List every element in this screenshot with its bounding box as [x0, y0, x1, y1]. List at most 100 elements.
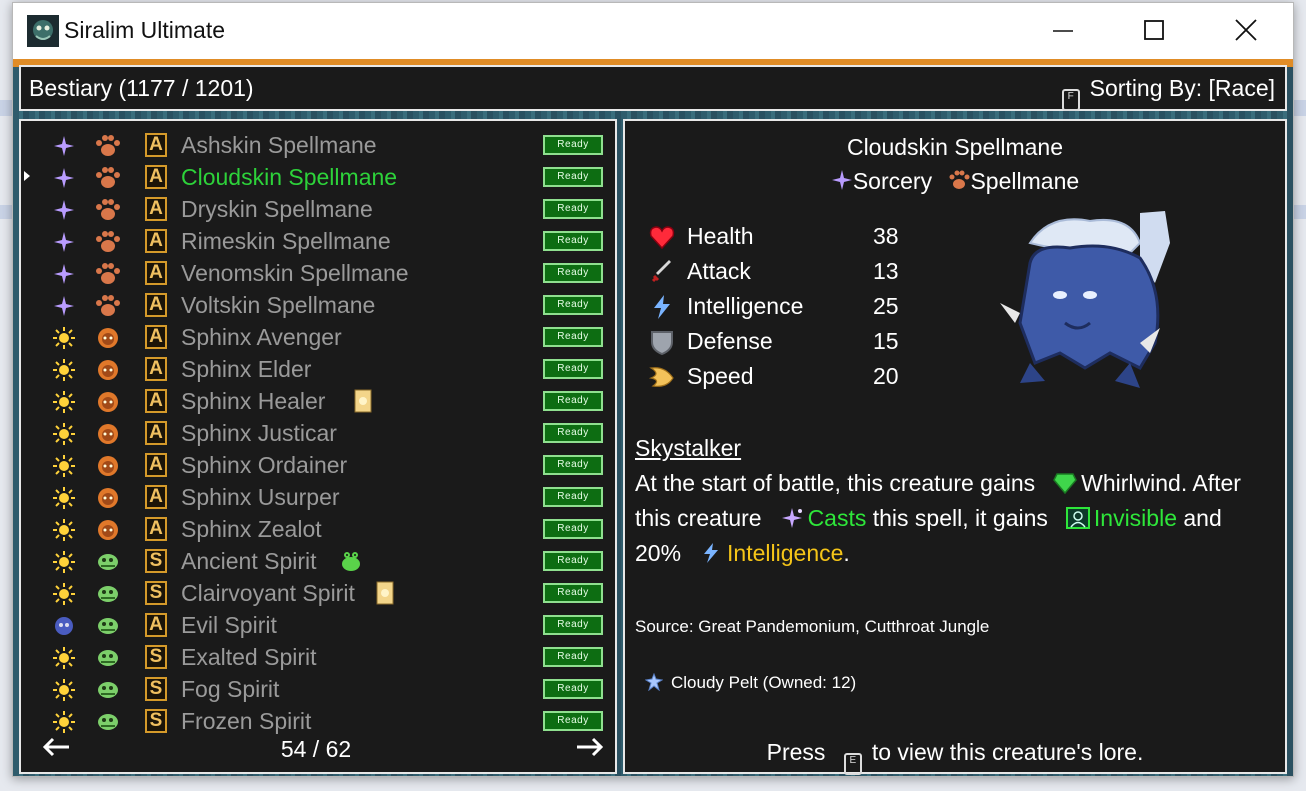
page-indicator: 54 / 62: [280, 736, 352, 762]
maximize-button[interactable]: [1109, 3, 1201, 59]
sphinx-icon: [98, 424, 118, 444]
spirit-icon: [98, 714, 118, 730]
stat-label: Health: [687, 223, 754, 249]
lore-press-text: Press: [766, 739, 826, 765]
trait-description: At the start of battle, this creature ga…: [635, 466, 1275, 571]
creature-race: Spellmane: [970, 168, 1080, 194]
spirit-icon: [98, 650, 118, 666]
lightning-icon: [704, 543, 719, 563]
paw-icon: [96, 263, 120, 284]
ready-badge: Ready: [543, 295, 603, 315]
creature-list-item[interactable]: A Sphinx Ordainer Ready: [21, 449, 611, 481]
stat-value: 13: [873, 258, 899, 284]
creature-list-item[interactable]: A Dryskin Spellmane Ready: [21, 193, 611, 225]
rarity-badge: A: [145, 293, 167, 317]
paw-icon: [96, 231, 120, 252]
creature-list-item[interactable]: A Sphinx Elder Ready: [21, 353, 611, 385]
ready-badge: Ready: [543, 711, 603, 731]
paw-icon: [96, 295, 120, 316]
ready-badge: Ready: [543, 647, 603, 667]
sphinx-icon: [98, 456, 118, 476]
creature-list-item[interactable]: A Voltskin Spellmane Ready: [21, 289, 611, 321]
trait-invisible: Invisible: [1093, 505, 1177, 531]
rarity-badge: A: [145, 261, 167, 285]
rarity-badge: A: [145, 613, 167, 637]
creature-list-item[interactable]: S Exalted Spirit Ready: [21, 641, 611, 673]
keyboard-f-key-icon: F: [1061, 89, 1080, 111]
life-icon: [53, 647, 75, 669]
life-icon: [53, 519, 75, 541]
trait-text: .: [843, 540, 850, 566]
stat-value: 20: [873, 363, 899, 389]
creature-list-item[interactable]: A Rimeskin Spellmane Ready: [21, 225, 611, 257]
life-icon: [53, 391, 75, 413]
sort-toggle[interactable]: F Sorting By: [Race]: [1061, 75, 1275, 111]
creature-list-item[interactable]: A Evil Spirit Ready: [21, 609, 611, 641]
creature-list-item[interactable]: S Frozen Spirit Ready: [21, 705, 611, 737]
sorcery-icon: [831, 170, 852, 190]
ready-badge: Ready: [543, 455, 603, 475]
creature-list-item[interactable]: A Venomskin Spellmane Ready: [21, 257, 611, 289]
item-label: Cloudy Pelt (Owned: 12): [671, 673, 857, 692]
bestiary-title: Bestiary (1177 / 1201): [29, 75, 254, 101]
creature-list-item[interactable]: A Cloudskin Spellmane Ready: [21, 161, 611, 193]
rarity-badge: A: [145, 453, 167, 477]
creature-list-name: Voltskin Spellmane: [181, 292, 376, 318]
trait-casts: Casts: [807, 505, 867, 531]
ready-badge: Ready: [543, 327, 603, 347]
stat-row: Speed 20: [649, 361, 909, 393]
stat-label: Attack: [687, 258, 751, 284]
creature-list-item[interactable]: A Sphinx Zealot Ready: [21, 513, 611, 545]
lightning-icon: [654, 295, 670, 319]
creature-item: Cloudy Pelt (Owned: 12): [644, 672, 857, 693]
life-icon: [53, 551, 75, 573]
rarity-badge: S: [145, 645, 167, 669]
rarity-badge: A: [145, 389, 167, 413]
sorcery-icon: [54, 296, 74, 316]
creature-list-item[interactable]: S Fog Spirit Ready: [21, 673, 611, 705]
stat-row: Defense 15: [649, 326, 909, 358]
trait-text: this spell, it gains: [866, 505, 1048, 531]
trait-text: this creature: [635, 505, 762, 531]
creature-list-item[interactable]: A Ashskin Spellmane Ready: [21, 129, 611, 161]
creature-list-item[interactable]: A Sphinx Usurper Ready: [21, 481, 611, 513]
ready-badge: Ready: [543, 231, 603, 251]
window-title: Siralim Ultimate: [64, 17, 226, 43]
app-window: Siralim Ultimate Bestiary (1177 / 1201) …: [12, 2, 1294, 777]
creature-list-name: Dryskin Spellmane: [181, 196, 373, 222]
minimize-icon: [1053, 30, 1073, 32]
ready-badge: Ready: [543, 487, 603, 507]
creature-list-name: Sphinx Healer: [181, 388, 326, 414]
creature-list-name: Sphinx Zealot: [181, 516, 322, 542]
creature-tags: Sorcery Spellmane: [625, 168, 1285, 195]
creature-list-item[interactable]: S Clairvoyant Spirit Ready: [21, 577, 611, 609]
ready-badge: Ready: [543, 359, 603, 379]
ready-badge: Ready: [543, 199, 603, 219]
ready-badge: Ready: [543, 423, 603, 443]
creature-list-item[interactable]: A Sphinx Healer Ready: [21, 385, 611, 417]
close-button[interactable]: [1201, 3, 1293, 59]
rarity-badge: S: [145, 709, 167, 733]
rarity-badge: A: [145, 485, 167, 509]
pelt-icon: [644, 672, 664, 692]
bestiary-header: Bestiary (1177 / 1201) F Sorting By: [Rac…: [19, 65, 1287, 111]
creature-list-name: Evil Spirit: [181, 612, 277, 638]
creature-list-name: Ashskin Spellmane: [181, 132, 377, 158]
rarity-badge: A: [145, 133, 167, 157]
sorcery-icon: [54, 232, 74, 252]
creature-list-item[interactable]: A Sphinx Justicar Ready: [21, 417, 611, 449]
rarity-badge: A: [145, 165, 167, 189]
minimize-button[interactable]: [1017, 3, 1109, 59]
shield-icon: [651, 331, 673, 355]
title-bar[interactable]: Siralim Ultimate: [13, 3, 1293, 59]
rarity-badge: S: [145, 581, 167, 605]
sparkle-icon: [781, 508, 802, 528]
creature-list-name: Exalted Spirit: [181, 644, 317, 670]
rarity-badge: A: [145, 325, 167, 349]
rarity-badge: A: [145, 229, 167, 253]
gem-icon: [1053, 473, 1078, 494]
creature-list-item[interactable]: S Ancient Spirit Ready: [21, 545, 611, 577]
creature-list-item[interactable]: A Sphinx Avenger Ready: [21, 321, 611, 353]
next-page-arrow-icon[interactable]: [575, 736, 605, 758]
keyboard-e-key-icon[interactable]: E: [843, 753, 862, 775]
